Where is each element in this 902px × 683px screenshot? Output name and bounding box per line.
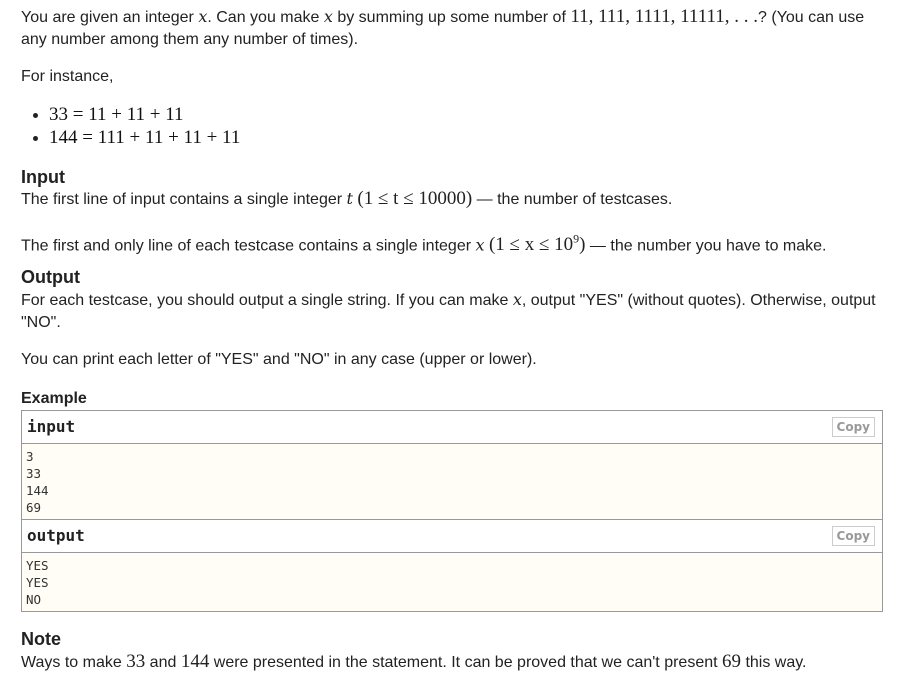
math-range-x: (1 ≤ x ≤ 109) <box>488 232 586 256</box>
output-text: For each testcase, you should output a s… <box>21 292 513 309</box>
math-number: 69 <box>722 651 741 672</box>
intro-text: by summing up some number of <box>332 9 571 26</box>
input-text: The first line of input contains a singl… <box>21 191 347 208</box>
sample-input-line: 69 <box>26 500 42 515</box>
input-line-2: The first and only line of each testcase… <box>21 228 827 257</box>
sample-output-line: NO <box>26 592 42 607</box>
note-text: Ways to make 33 and 144 were presented i… <box>21 651 807 674</box>
math-number: 33 <box>126 651 146 672</box>
note-part: and <box>145 654 181 671</box>
example-item: 144 = 111 + 11 + 11 + 11 <box>32 127 241 148</box>
sample-input-header: input Copy <box>22 411 882 444</box>
sample-input-line: 3 <box>26 449 34 464</box>
math-number-list: 11, 111, 1111, 11111, . . . <box>570 6 759 27</box>
math-range-t: (1 ≤ t ≤ 10000) <box>357 188 473 209</box>
input-text: — the number you have to make. <box>585 237 827 255</box>
copy-output-button[interactable]: Copy <box>831 526 875 546</box>
sample-output-line: YES <box>26 558 49 573</box>
sample-test: input Copy 3 33 144 69 output Copy YES Y… <box>21 410 883 612</box>
sample-output-label: output <box>27 526 85 545</box>
sample-output-header: output Copy <box>22 520 882 553</box>
sample-input-body: 3 33 144 69 <box>22 444 882 520</box>
math-var-x: x <box>475 235 485 255</box>
input-text: — the number of testcases. <box>472 191 673 208</box>
intro-text: You are given an integer <box>21 9 199 26</box>
for-instance-text: For instance, <box>21 68 114 85</box>
sample-input-line: 144 <box>26 483 49 498</box>
sample-input-label: input <box>27 417 76 436</box>
output-section-title: Output <box>21 267 80 287</box>
sample-input-line: 33 <box>26 466 42 481</box>
math-var-x: x <box>323 7 333 26</box>
output-line-1: For each testcase, you should output a s… <box>21 289 883 334</box>
input-section-title: Input <box>21 167 65 187</box>
math-var-t: t <box>346 189 353 208</box>
sample-output-body: YES YES NO <box>22 553 882 611</box>
example-item: 33 = 11 + 11 + 11 <box>32 103 240 126</box>
math-var-x: x <box>198 7 208 26</box>
math-number: 144 <box>180 651 210 672</box>
input-text: The first and only line of each testcase… <box>21 237 476 255</box>
input-line-1: The first line of input contains a singl… <box>21 188 672 211</box>
example-title: Example <box>21 390 87 407</box>
example-list: 33 = 11 + 11 + 11 144 = 111 + 11 + 11 + … <box>21 103 240 149</box>
note-part: Ways to make <box>21 654 127 671</box>
output-line-2: You can print each letter of "YES" and "… <box>21 351 537 368</box>
sample-output-line: YES <box>26 575 49 590</box>
math-range-part: (1 ≤ x ≤ 10 <box>488 234 574 256</box>
note-part: this way. <box>741 654 807 671</box>
intro-text: . Can you make <box>207 9 324 26</box>
copy-input-button[interactable]: Copy <box>831 417 875 437</box>
intro-paragraph: You are given an integer x. Can you make… <box>21 6 883 51</box>
math-var-x: x <box>512 290 522 309</box>
note-title: Note <box>21 629 61 649</box>
note-part: were presented in the statement. It can … <box>209 654 722 671</box>
